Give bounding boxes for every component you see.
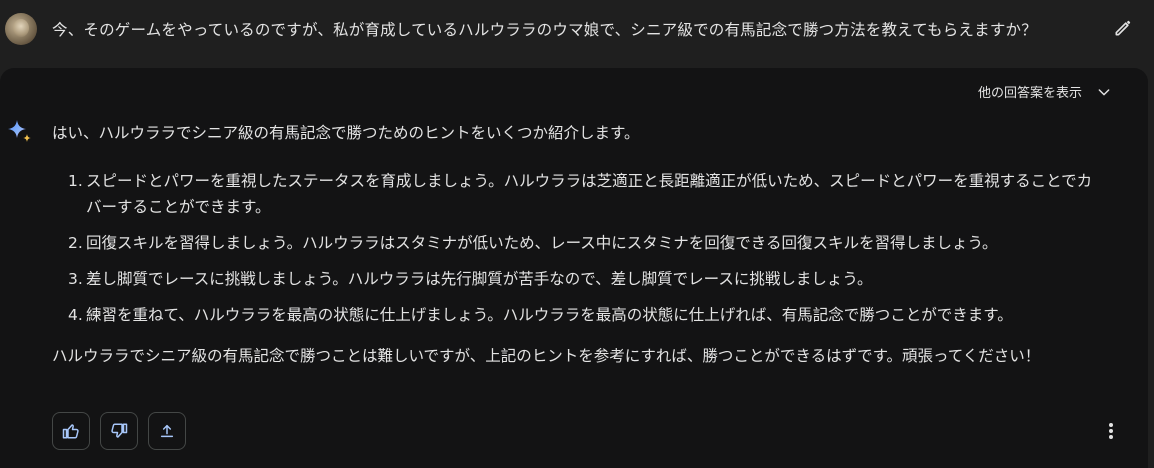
edit-prompt-button[interactable] — [1111, 16, 1135, 40]
list-item: 3. 差し脚質でレースに挑戦しましょう。ハルウララは先行脚質が苦手なので、差し脚… — [68, 266, 1138, 292]
list-item-text: 回復スキルを習得しましょう。ハルウララはスタミナが低いため、レース中にスタミナを… — [86, 234, 998, 252]
list-item: 1. スピードとパワーを重視したステータスを育成しましょう。ハルウララは芝適正と… — [68, 168, 1138, 220]
list-item-number: 2. — [68, 234, 83, 252]
list-item-number: 3. — [68, 270, 83, 288]
list-item-number: 1. — [68, 172, 83, 190]
user-prompt-text: 今、そのゲームをやっているのですが、私が育成しているハルウララのウマ娘で、シニア… — [52, 21, 1037, 39]
list-item-number: 4. — [68, 306, 83, 324]
show-drafts-label: 他の回答案を表示 — [977, 86, 1082, 101]
list-item-text-continued: バーすることができます。 — [86, 198, 271, 216]
user-avatar — [5, 13, 37, 45]
gemini-sparkle-icon — [8, 120, 31, 142]
thumbs-up-button[interactable] — [52, 412, 90, 450]
response-closing: ハルウララでシニア級の有馬記念で勝つことは難しいですが、上記のヒントを参考にすれ… — [52, 347, 1041, 365]
chat-page: 今、そのゲームをやっているのですが、私が育成しているハルウララのウマ娘で、シニア… — [0, 0, 1154, 468]
thumbs-up-icon — [62, 424, 79, 439]
list-item-text: 練習を重ねて、ハルウララを最高の状態に仕上げましょう。ハルウララを最高の状態に仕… — [86, 306, 1013, 324]
user-prompt-row: 今、そのゲームをやっているのですが、私が育成しているハルウララのウマ娘で、シニア… — [0, 0, 1154, 58]
list-item: 4. 練習を重ねて、ハルウララを最高の状態に仕上げましょう。ハルウララを最高の状… — [68, 302, 1138, 328]
pencil-icon — [1115, 20, 1131, 36]
thumbs-down-button[interactable] — [100, 412, 138, 450]
list-item-text: スピードとパワーを重視したステータスを育成しましょう。ハルウララは芝適正と長距離… — [86, 172, 1093, 190]
share-icon — [160, 424, 174, 438]
chevron-down-icon — [1098, 88, 1110, 95]
list-item: 2. 回復スキルを習得しましょう。ハルウララはスタミナが低いため、レース中にスタ… — [68, 230, 1138, 256]
response-card: 他の回答案を表示 はい、ハルウララでシニア級の有馬記念で勝つためのヒントをいくつ… — [0, 68, 1148, 468]
thumbs-down-icon — [111, 423, 128, 438]
response-intro: はい、ハルウララでシニア級の有馬記念で勝つためのヒントをいくつか紹介します。 — [52, 124, 640, 142]
more-vert-icon — [1109, 423, 1113, 439]
share-button[interactable] — [148, 412, 186, 450]
tips-list: 1. スピードとパワーを重視したステータスを育成しましょう。ハルウララは芝適正と… — [68, 168, 1138, 338]
list-item-text: 差し脚質でレースに挑戦しましょう。ハルウララは先行脚質が苦手なので、差し脚質でレ… — [86, 270, 873, 288]
more-options-button[interactable] — [1100, 418, 1122, 444]
show-drafts-toggle[interactable]: 他の回答案を表示 — [978, 82, 1112, 101]
